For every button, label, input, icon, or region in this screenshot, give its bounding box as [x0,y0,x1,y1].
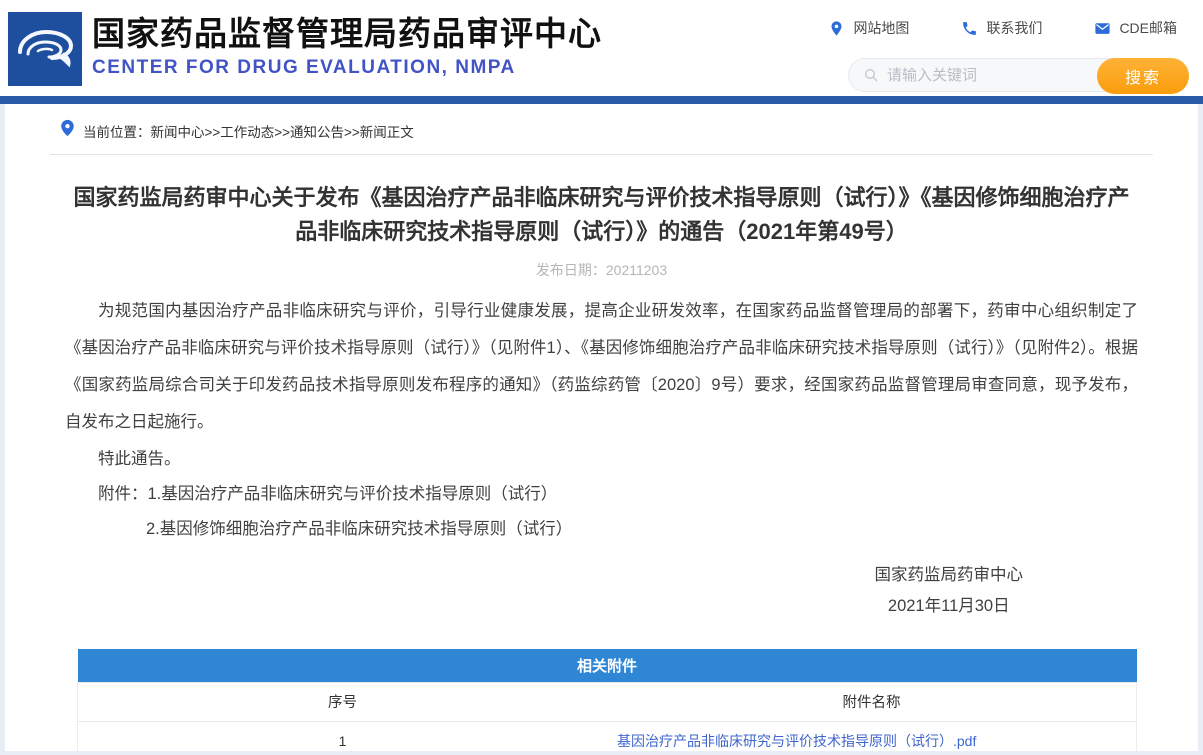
breadcrumb-prefix: 当前位置： [83,121,151,141]
publish-date: 发布日期：20211203 [65,260,1138,280]
cde-mail-label: CDE邮箱 [1119,18,1177,38]
publish-date-label: 发布日期： [536,262,606,278]
search-icon [863,67,879,83]
attachment-item-1: 1.基因治疗产品非临床研究与评价技术指导原则（试行） [148,485,558,503]
contact-label: 联系我们 [986,18,1042,38]
notice-line: 特此通告。 [65,441,1138,477]
sitemap-link[interactable]: 网站地图 [828,18,909,38]
signature-block: 国家药监局药审中心 2021年11月30日 [875,560,1024,622]
related-attachments-table: 相关附件 序号 附件名称 1 基因治疗产品非临床研究与评价技术指导原则（试行）.… [77,649,1137,751]
sitemap-label: 网站地图 [853,18,909,38]
header-quick-links: 网站地图 联系我们 CDE邮箱 [828,18,1177,38]
attachment-file-link-1[interactable]: 基因治疗产品非临床研究与评价技术指导原则（试行）.pdf [617,733,976,749]
signature-date: 2021年11月30日 [875,591,1024,622]
site-title-en: CENTER FOR DRUG EVALUATION, NMPA [92,57,602,79]
search-input[interactable] [887,67,1077,84]
search-button[interactable]: 搜索 [1097,58,1189,94]
content-container: 当前位置： 新闻中心>>工作动态>>通知公告>>新闻正文 国家药监局药审中心关于… [5,104,1198,751]
table-row: 1 基因治疗产品非临床研究与评价技术指导原则（试行）.pdf [78,721,1137,751]
contact-link[interactable]: 联系我们 [961,18,1042,38]
article-paragraph: 为规范国内基因治疗产品非临床研究与评价，引导行业健康发展，提高企业研发效率，在国… [65,293,1138,441]
attachment-list-line-1: 附件：1.基因治疗产品非临床研究与评价技术指导原则（试行） [65,477,1138,512]
site-header: 国家药品监督管理局药品审评中心 CENTER FOR DRUG EVALUATI… [0,0,1203,96]
row-1-no: 1 [78,721,608,751]
cde-logo [8,12,82,86]
column-header-no: 序号 [78,682,608,721]
map-pin-icon [828,20,845,37]
site-title-cn: 国家药品监督管理局药品审评中心 [92,14,602,54]
attachment-list-line-2: 2.基因修饰细胞治疗产品非临床研究技术指导原则（试行） [146,512,1138,547]
breadcrumb-path[interactable]: 新闻中心>>工作动态>>通知公告>>新闻正文 [151,121,414,141]
attachments-table-title: 相关附件 [78,649,1137,682]
search-bar: 搜索 [848,58,1189,92]
mail-icon [1094,20,1111,37]
cde-mail-link[interactable]: CDE邮箱 [1094,18,1177,38]
attachment-label: 附件： [98,485,148,503]
publish-date-value: 20211203 [606,262,667,278]
signer-name: 国家药监局药审中心 [875,560,1024,591]
phone-icon [961,20,978,37]
header-divider-bar [0,96,1203,104]
location-pin-icon [60,119,75,137]
breadcrumb: 当前位置： 新闻中心>>工作动态>>通知公告>>新闻正文 [50,104,1153,155]
article-title: 国家药监局药审中心关于发布《基因治疗产品非临床研究与评价技术指导原则（试行）》《… [65,181,1138,249]
article: 国家药监局药审中心关于发布《基因治疗产品非临床研究与评价技术指导原则（试行）》《… [5,181,1198,751]
column-header-name: 附件名称 [607,682,1137,721]
